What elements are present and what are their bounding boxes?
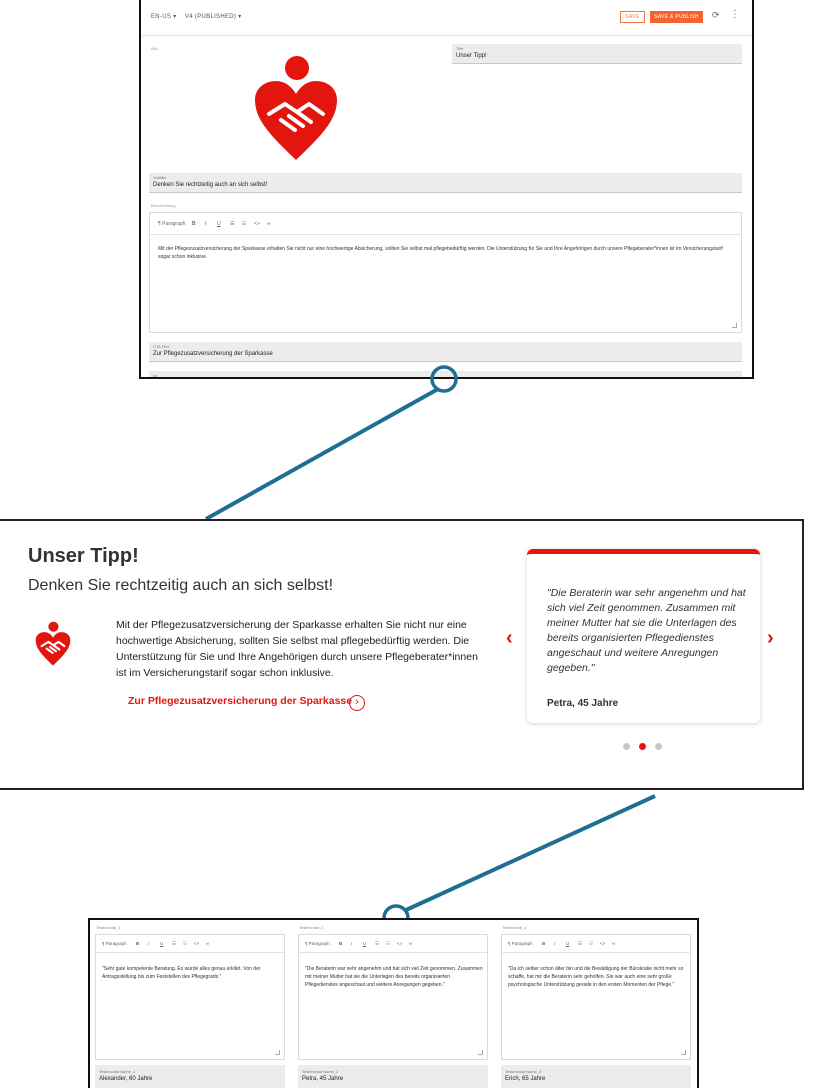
preview-panel: Unser Tipp! Denken Sie rechtzeitig auch … (0, 519, 804, 790)
carousel-dot[interactable] (655, 743, 662, 750)
resize-handle[interactable] (681, 1050, 686, 1055)
numbered-list-button[interactable]: ☷ (183, 941, 187, 947)
connector-line-bottom (405, 794, 656, 912)
testimonial-quote: "Die Beraterin war sehr angenehm und hat… (547, 587, 746, 674)
paragraph-dropdown[interactable]: ¶ Paragraph (305, 941, 330, 946)
testimonial-name-value: Petra, 45 Jahre (302, 1076, 344, 1082)
preview-subtitle: Denken Sie rechtzeitig auch an sich selb… (28, 577, 334, 594)
testimonial-name-field[interactable]: Testimonial Name_3 Erich, 65 Jahre (501, 1065, 691, 1088)
testimonial-label: Testimonial_1 (96, 925, 121, 930)
chevron-left-icon[interactable]: ‹ (506, 627, 513, 650)
italic-button[interactable]: I (554, 941, 555, 946)
numbered-list-button[interactable]: ☷ (386, 941, 390, 947)
testimonial-editor[interactable]: ¶ Paragraph B I U ☰ ☷ <> ∞ "Sehr gute ko… (95, 934, 285, 1060)
chevron-right-icon[interactable]: › (767, 627, 774, 650)
code-button[interactable]: <> (397, 941, 402, 946)
sparkasse-heart-logo (35, 621, 71, 666)
italic-button[interactable]: I (351, 941, 352, 946)
testimonial-name-value: Erich, 65 Jahre (505, 1076, 546, 1082)
rich-text-toolbar: ¶ Paragraph B I U ☰ ☷ <> ∞ (502, 935, 690, 953)
link-button[interactable]: ∞ (409, 941, 412, 946)
link-button[interactable]: ∞ (612, 941, 615, 946)
code-button[interactable]: <> (600, 941, 605, 946)
resize-handle[interactable] (275, 1050, 280, 1055)
testimonial-fields-panel: Testimonial_1 ¶ Paragraph B I U ☰ ☷ <> ∞… (88, 918, 699, 1088)
underline-button[interactable]: U (160, 941, 163, 946)
paragraph-dropdown[interactable]: ¶ Paragraph (102, 941, 127, 946)
testimonial-text[interactable]: "Die Beraterin war sehr angenehm und hat… (305, 965, 483, 989)
underline-button[interactable]: U (363, 941, 366, 946)
carousel-dot-active[interactable] (639, 743, 646, 750)
bold-button[interactable]: B (339, 941, 342, 946)
rich-text-toolbar: ¶ Paragraph B I U ☰ ☷ <> ∞ (299, 935, 487, 953)
code-button[interactable]: <> (194, 941, 199, 946)
preview-title: Unser Tipp! (28, 545, 139, 567)
testimonial-name-value: Alexander, 60 Jahre (99, 1076, 153, 1082)
bullet-list-button[interactable]: ☰ (578, 941, 582, 947)
testimonial-column-1: Testimonial_1 ¶ Paragraph B I U ☰ ☷ <> ∞… (92, 920, 288, 1088)
link-button[interactable]: ∞ (206, 941, 209, 946)
testimonial-editor[interactable]: ¶ Paragraph B I U ☰ ☷ <> ∞ "Da ich selbe… (501, 934, 691, 1060)
testimonial-editor[interactable]: ¶ Paragraph B I U ☰ ☷ <> ∞ "Die Berateri… (298, 934, 488, 1060)
bullet-list-button[interactable]: ☰ (172, 941, 176, 947)
testimonial-name-field[interactable]: Testimonial Name_1 Alexander, 60 Jahre (95, 1065, 285, 1088)
numbered-list-button[interactable]: ☷ (589, 941, 593, 947)
bold-button[interactable]: B (542, 941, 545, 946)
testimonial-text[interactable]: "Sehr gute kompetente Beratung. Es wurde… (102, 965, 280, 981)
carousel-dots (623, 737, 671, 755)
testimonial-name-field[interactable]: Testimonial Name_2 Petra, 45 Jahre (298, 1065, 488, 1088)
underline-button[interactable]: U (566, 941, 569, 946)
carousel-dot[interactable] (623, 743, 630, 750)
testimonial-column-3: Testimonial_3 ¶ Paragraph B I U ☰ ☷ <> ∞… (498, 920, 694, 1088)
chevron-right-circle-icon[interactable]: › (349, 695, 365, 711)
bullet-list-button[interactable]: ☰ (375, 941, 379, 947)
testimonial-text[interactable]: "Da ich selber schon älter bin und die B… (508, 965, 686, 989)
preview-cta-link[interactable]: Zur Pflegezusatzversicherung der Sparkas… (128, 695, 352, 707)
connector-line-top (205, 387, 439, 521)
testimonial-author: Petra, 45 Jahre (547, 698, 619, 709)
testimonial-column-2: Testimonial_2 ¶ Paragraph B I U ☰ ☷ <> ∞… (295, 920, 491, 1088)
testimonial-name-label: Testimonial Name_1 (99, 1069, 136, 1074)
testimonial-card: "Die Beraterin war sehr angenehm und hat… (527, 549, 760, 723)
connector-anchor-top (430, 365, 458, 393)
resize-handle[interactable] (478, 1050, 483, 1055)
bold-button[interactable]: B (136, 941, 139, 946)
paragraph-dropdown[interactable]: ¶ Paragraph (508, 941, 533, 946)
testimonial-name-label: Testimonial Name_2 (302, 1069, 339, 1074)
testimonial-label: Testimonial_2 (299, 925, 324, 930)
italic-button[interactable]: I (148, 941, 149, 946)
testimonial-name-label: Testimonial Name_3 (505, 1069, 542, 1074)
preview-description: Mit der Pflegezusatzversicherung der Spa… (116, 619, 478, 679)
testimonial-label: Testimonial_3 (502, 925, 527, 930)
rich-text-toolbar: ¶ Paragraph B I U ☰ ☷ <> ∞ (96, 935, 284, 953)
